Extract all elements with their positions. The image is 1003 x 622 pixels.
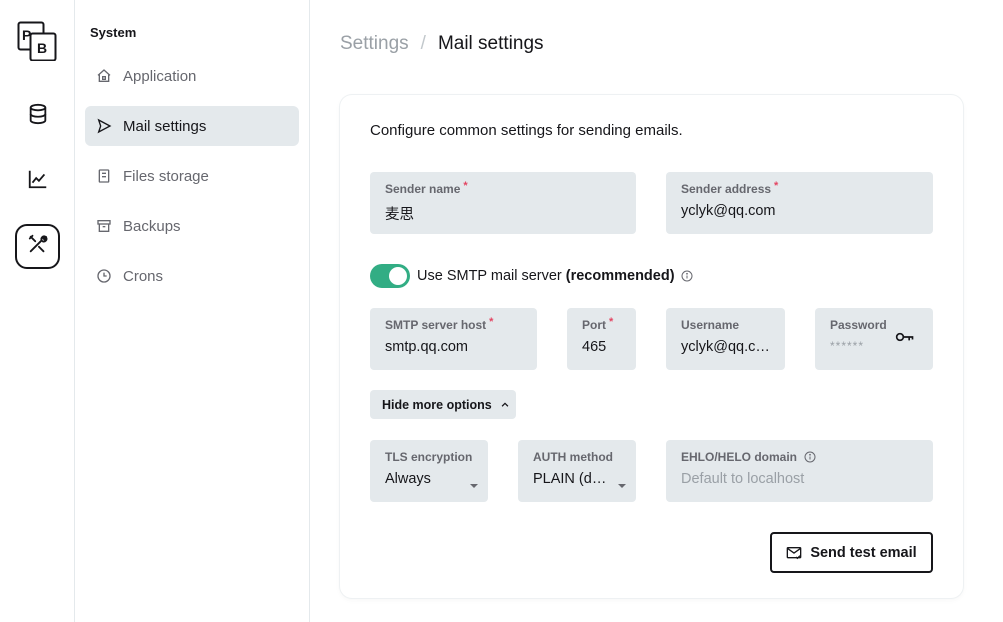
sidebar-item-application[interactable]: Application [85,56,299,96]
rail-logs-button[interactable] [15,159,60,204]
required-marker: * [463,180,468,192]
smtp-toggle-row: Use SMTP mail server (recommended) [370,264,693,288]
tools-icon [27,233,49,260]
sender-name-value[interactable]: 麦思 [385,203,621,224]
breadcrumb-settings-link[interactable]: Settings [340,33,409,55]
dropdown-caret-icon [470,484,478,488]
sidebar-section-title: System [90,25,137,40]
sender-address-value[interactable]: yclyk@qq.com [681,203,918,219]
port-field[interactable]: Port * 465 [567,308,636,370]
sender-address-field[interactable]: Sender address * yclyk@qq.com [666,172,933,234]
settings-sidebar: System Application Mail settings Files s… [75,0,310,622]
auth-method-label: AUTH method [533,450,621,464]
breadcrumb: Settings / Mail settings [340,33,544,55]
auth-method-value: PLAIN (d… [533,471,607,487]
username-field[interactable]: Username yclyk@qq.com [666,308,785,370]
sender-name-field[interactable]: Sender name * 麦思 [370,172,636,234]
port-label-text: Port [582,318,606,332]
sidebar-item-label: Crons [123,267,164,285]
tls-encryption-select[interactable]: TLS encryption Always [370,440,488,502]
sender-address-label: Sender address * [681,180,918,196]
smtp-toggle-label[interactable]: Use SMTP mail server [417,268,562,284]
ehlo-domain-label: EHLO/HELO domain [681,450,918,464]
tls-encryption-label-text: TLS encryption [385,450,473,464]
sender-name-label: Sender name * [385,180,621,196]
ehlo-domain-placeholder[interactable]: Default to localhost [681,471,918,487]
sidebar-item-label: Mail settings [123,117,207,135]
pocketbase-logo[interactable]: P B [17,21,57,62]
rail-settings-button[interactable] [15,224,60,269]
required-marker: * [774,180,779,192]
smtp-recommended-label: (recommended) [565,268,675,284]
sidebar-item-label: Files storage [123,167,209,185]
sidebar-item-crons[interactable]: Crons [85,256,299,296]
sender-address-label-text: Sender address [681,182,772,196]
tls-encryption-value: Always [385,471,431,487]
smtp-host-label: SMTP server host * [385,316,522,332]
send-test-email-label: Send test email [810,544,917,561]
sidebar-item-label: Application [123,67,197,85]
ehlo-domain-field[interactable]: EHLO/HELO domain Default to localhost [666,440,933,502]
ehlo-domain-label-text: EHLO/HELO domain [681,450,798,464]
sender-name-label-text: Sender name [385,182,461,196]
sidebar-item-mail-settings[interactable]: Mail settings [85,106,299,146]
hide-more-options-button[interactable]: Hide more options [370,390,516,419]
auth-method-select[interactable]: AUTH method PLAIN (d… [518,440,636,502]
sidebar-item-label: Backups [123,217,181,235]
toggle-knob [389,267,407,285]
page-title: Mail settings [437,33,544,54]
port-value[interactable]: 465 [582,339,621,355]
username-label: Username [681,318,770,332]
info-icon[interactable] [804,451,816,463]
svg-text:P: P [22,27,31,43]
smtp-host-field[interactable]: SMTP server host * smtp.qq.com [370,308,537,370]
port-label: Port * [582,316,621,332]
chevron-up-icon [500,400,510,410]
smtp-host-value[interactable]: smtp.qq.com [385,339,522,355]
smtp-toggle[interactable] [370,264,410,288]
tls-encryption-label: TLS encryption [385,450,473,464]
smtp-host-label-text: SMTP server host [385,318,487,332]
dropdown-caret-icon [618,484,626,488]
sidebar-item-files-storage[interactable]: Files storage [85,156,299,196]
auth-method-label-text: AUTH method [533,450,613,464]
archive-icon [95,217,113,235]
breadcrumb-separator: / [420,33,426,54]
svg-text:B: B [37,40,47,56]
database-icon [27,103,49,130]
username-value[interactable]: yclyk@qq.com [681,339,770,355]
key-icon[interactable] [895,330,915,344]
clock-icon [95,267,113,285]
password-label-text: Password [830,318,887,332]
icon-rail: P B [0,0,75,622]
send-test-email-button[interactable]: Send test email [770,532,933,573]
chart-line-icon [27,168,49,195]
password-field[interactable]: Password ****** [815,308,933,370]
info-icon[interactable] [681,270,693,282]
storage-icon [95,167,113,185]
home-icon [95,67,113,85]
username-label-text: Username [681,318,740,332]
required-marker: * [609,316,614,328]
rail-collections-button[interactable] [15,94,60,139]
hide-more-options-label: Hide more options [382,397,492,412]
mail-check-icon [786,546,802,560]
send-icon [95,117,113,135]
required-marker: * [489,316,494,328]
sidebar-item-backups[interactable]: Backups [85,206,299,246]
form-intro-text: Configure common settings for sending em… [370,122,683,139]
